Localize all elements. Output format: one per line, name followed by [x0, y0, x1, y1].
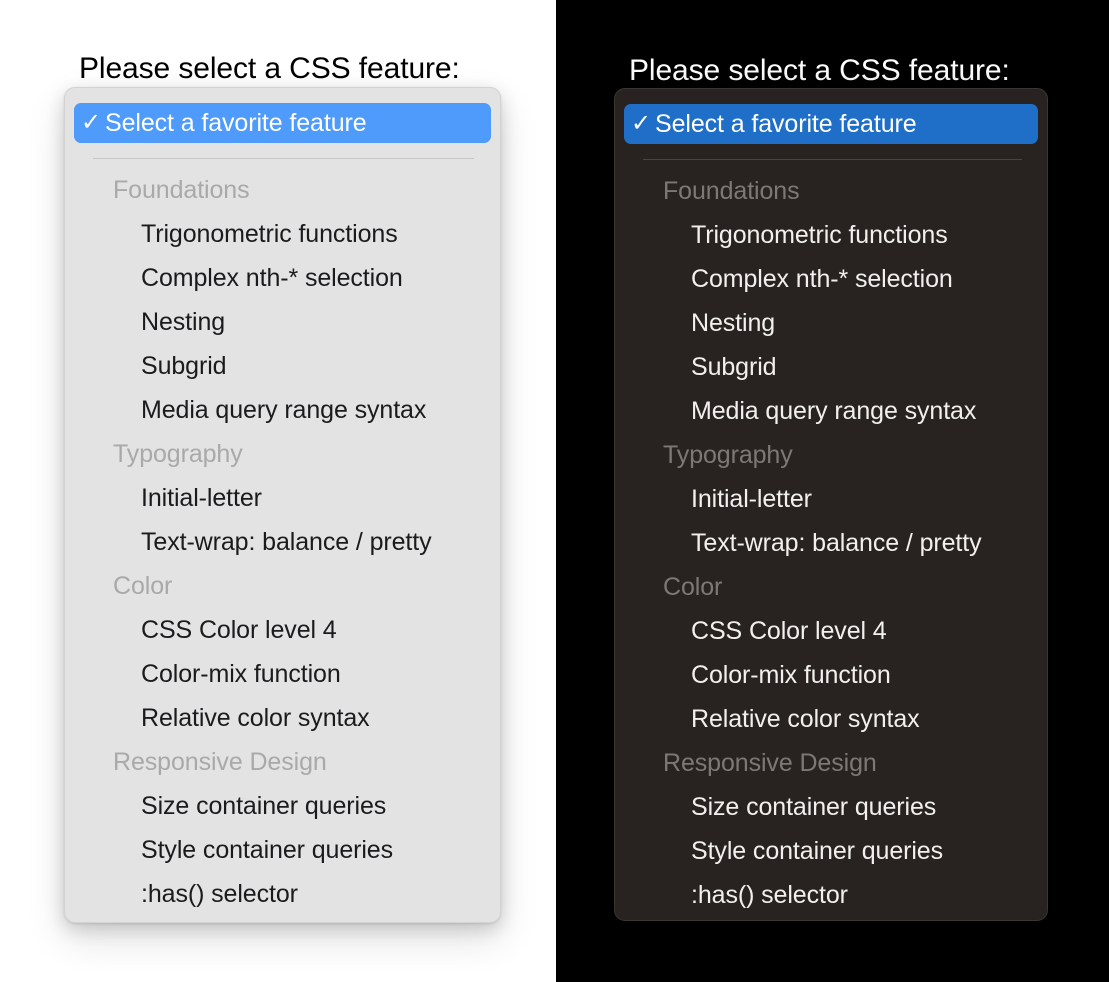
option-item[interactable]: :has() selector: [65, 872, 500, 916]
option-group-header: Responsive Design: [663, 748, 877, 777]
option-item[interactable]: Subgrid: [65, 344, 500, 388]
option-item[interactable]: Style container queries: [65, 828, 500, 872]
option-item[interactable]: Text-wrap: balance / pretty: [65, 520, 500, 564]
option-item[interactable]: Subgrid: [615, 345, 1047, 389]
option-item[interactable]: Trigonometric functions: [615, 213, 1047, 257]
option-item[interactable]: Size container queries: [65, 784, 500, 828]
option-item[interactable]: Text-wrap: balance / pretty: [615, 521, 1047, 565]
option-item[interactable]: Size container queries: [615, 785, 1047, 829]
light-mode-pane: Please select a CSS feature: ✓ Select a …: [0, 0, 556, 982]
select-popup-dark[interactable]: ✓ Select a favorite feature Foundations T…: [614, 88, 1048, 921]
option-item[interactable]: Initial-letter: [65, 476, 500, 520]
menu-separator: [643, 159, 1022, 160]
screenshot-stage: Please select a CSS feature: ✓ Select a …: [0, 0, 1109, 982]
option-item[interactable]: Nesting: [615, 301, 1047, 345]
option-item[interactable]: CSS Color level 4: [65, 608, 500, 652]
option-group-header: Typography: [113, 439, 243, 468]
option-item[interactable]: Relative color syntax: [65, 696, 500, 740]
page-title-light: Please select a CSS feature:: [79, 52, 460, 85]
option-item[interactable]: Color-mix function: [65, 652, 500, 696]
option-item[interactable]: Complex nth-* selection: [615, 257, 1047, 301]
option-group-header: Typography: [663, 440, 793, 469]
option-group-header: Foundations: [113, 175, 250, 204]
option-item[interactable]: Trigonometric functions: [65, 212, 500, 256]
select-popup-light[interactable]: ✓ Select a favorite feature Foundations T…: [64, 87, 501, 923]
dark-mode-pane: Please select a CSS feature: ✓ Select a …: [556, 0, 1109, 982]
selected-option-light[interactable]: ✓ Select a favorite feature: [74, 103, 491, 143]
selected-option-label: Select a favorite feature: [655, 109, 917, 138]
option-list-dark: Foundations Trigonometric functions Comple…: [615, 169, 1047, 917]
option-item[interactable]: Media query range syntax: [65, 388, 500, 432]
option-item[interactable]: CSS Color level 4: [615, 609, 1047, 653]
option-group-header: Foundations: [663, 176, 800, 205]
option-list-light: Foundations Trigonometric functions Comple…: [65, 168, 500, 916]
page-title-dark: Please select a CSS feature:: [629, 54, 1010, 87]
selected-option-dark[interactable]: ✓ Select a favorite feature: [624, 104, 1038, 144]
option-item[interactable]: Color-mix function: [615, 653, 1047, 697]
option-item[interactable]: :has() selector: [615, 873, 1047, 917]
option-item[interactable]: Complex nth-* selection: [65, 256, 500, 300]
option-item[interactable]: Nesting: [65, 300, 500, 344]
option-group-header: Color: [113, 571, 173, 600]
checkmark-icon: ✓: [631, 110, 652, 137]
checkmark-icon: ✓: [81, 109, 102, 136]
option-group-header: Responsive Design: [113, 747, 327, 776]
option-item[interactable]: Media query range syntax: [615, 389, 1047, 433]
menu-separator: [93, 158, 474, 159]
option-item[interactable]: Initial-letter: [615, 477, 1047, 521]
selected-option-label: Select a favorite feature: [105, 108, 367, 137]
option-group-header: Color: [663, 572, 723, 601]
option-item[interactable]: Relative color syntax: [615, 697, 1047, 741]
option-item[interactable]: Style container queries: [615, 829, 1047, 873]
